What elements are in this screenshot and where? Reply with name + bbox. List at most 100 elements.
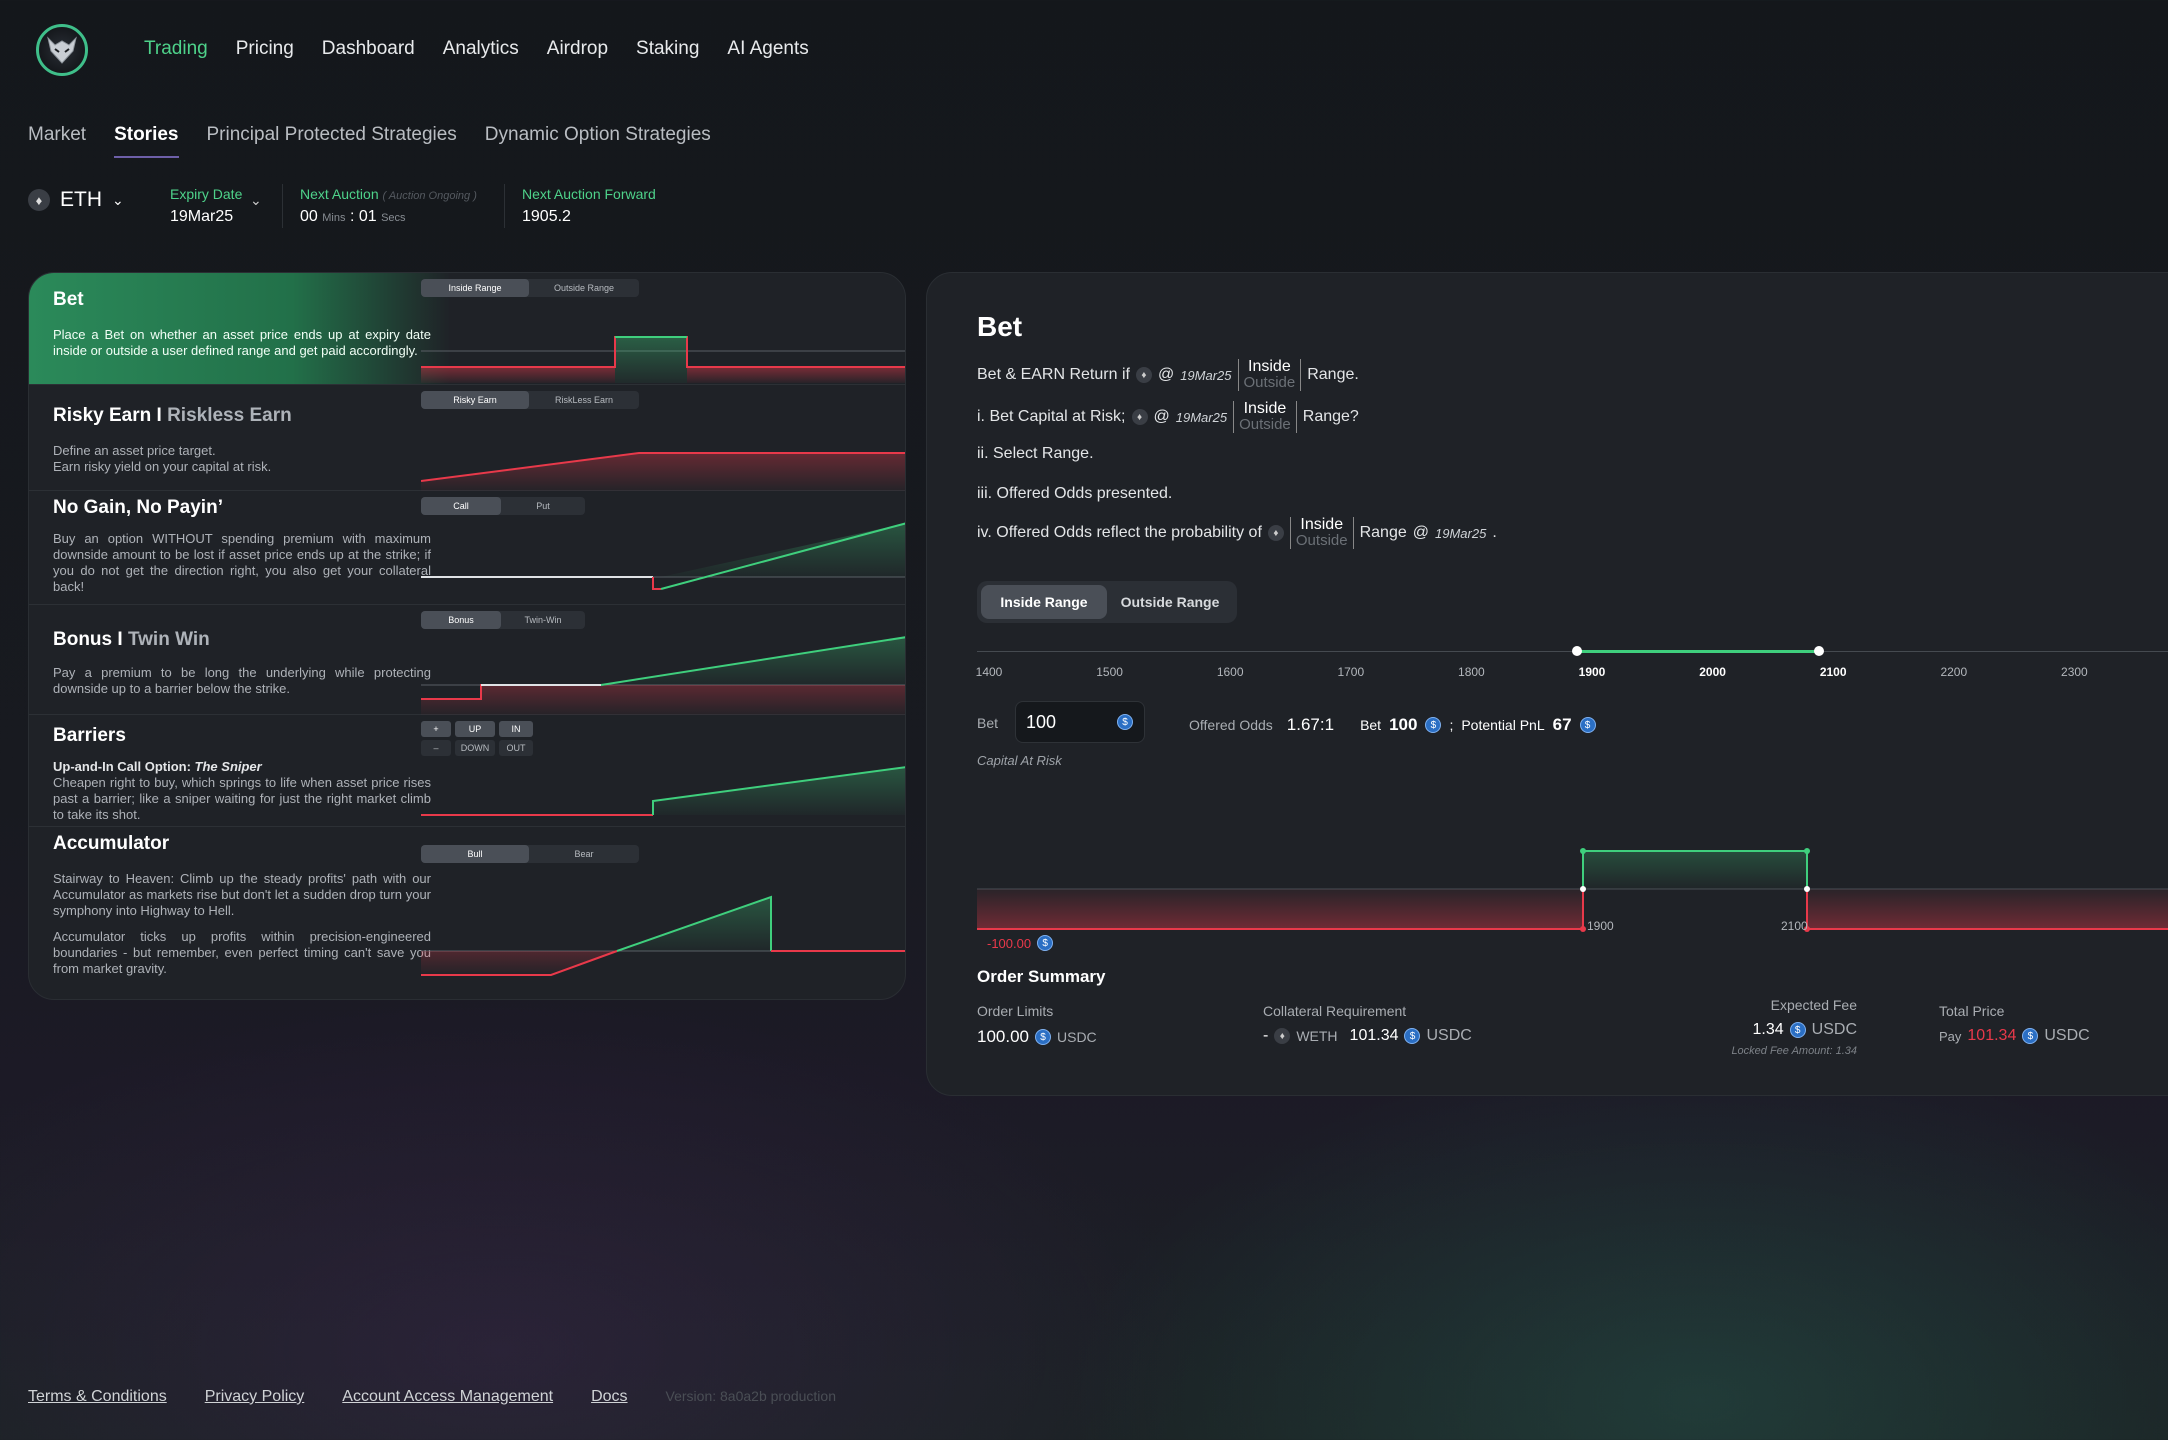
nav-staking[interactable]: Staking: [636, 38, 699, 60]
total-unit: USDC: [2044, 1027, 2090, 1044]
range-toggle[interactable]: Inside Range Outside Range: [977, 581, 1237, 623]
inside-label: Inside: [1248, 358, 1291, 375]
axis-tick-label: 2300: [2061, 665, 2088, 679]
line-text: i. Bet Capital at Risk;: [977, 408, 1126, 425]
inside-label: Inside: [1243, 400, 1287, 417]
at-symbol: @: [1157, 366, 1175, 383]
at-symbol: @: [1153, 408, 1170, 425]
collateral-label: Collateral Requirement: [1263, 1003, 1407, 1019]
total-value: 101.34: [1967, 1027, 2017, 1044]
tab-market[interactable]: Market: [28, 124, 86, 158]
bonus-toggle[interactable]: Bonus Twin-Win: [421, 611, 585, 629]
strategy-title: Bet: [53, 289, 84, 310]
usdc-icon: $: [1404, 1028, 1421, 1044]
strategy-bet[interactable]: Bet Place a Bet on whether an asset pric…: [29, 273, 905, 385]
usdc-icon: $: [1117, 714, 1133, 730]
nav-pricing[interactable]: Pricing: [236, 38, 294, 60]
strategy-desc: Cheapen right to buy, which springs to l…: [53, 775, 431, 822]
barrier-in-button[interactable]: IN: [499, 721, 533, 737]
toggle-bonus[interactable]: Bonus: [421, 611, 501, 629]
inside-range-button[interactable]: Inside Range: [981, 585, 1107, 619]
toggle-bull[interactable]: Bull: [421, 845, 529, 863]
call-put-toggle[interactable]: Call Put: [421, 497, 585, 515]
barrier-plus-button[interactable]: +: [421, 721, 451, 737]
account-access-link[interactable]: Account Access Management: [342, 1388, 553, 1406]
bet-payoff-chart: [977, 848, 2168, 932]
nav-ai-agents[interactable]: AI Agents: [727, 38, 808, 60]
usdc-icon: $: [2022, 1028, 2039, 1044]
strategy-desc: Place a Bet on whether an asset price en…: [53, 327, 431, 358]
odds-value: 1.67:1: [1286, 715, 1335, 734]
risky-earn-payoff-graph: [421, 452, 905, 491]
total-price: Total Price Pay 101.34 $ USDC: [1939, 1003, 2090, 1045]
strategy-title: Barriers: [53, 725, 126, 746]
nav-trading[interactable]: Trading: [144, 38, 208, 60]
barrier-up-button[interactable]: UP: [455, 721, 495, 737]
toggle-inside-range[interactable]: Inside Range: [421, 279, 529, 297]
risky-earn-toggle[interactable]: Risky Earn RiskLess Earn: [421, 391, 639, 409]
line-text: Range?: [1302, 408, 1359, 425]
outside-label: Outside: [1295, 532, 1348, 549]
chevron-down-icon: ⌄: [112, 191, 124, 208]
barrier-out-button[interactable]: OUT: [499, 740, 533, 756]
privacy-link[interactable]: Privacy Policy: [205, 1388, 305, 1406]
auction-label: Next Auction: [300, 186, 379, 202]
barrier-subtitle-name: The Sniper: [194, 759, 262, 774]
bet-range-toggle[interactable]: Inside Range Outside Range: [421, 279, 639, 297]
version-label: Version: 8a0a2b production: [665, 1388, 836, 1404]
barrier-down-button[interactable]: DOWN: [455, 740, 495, 756]
usdc-icon: $: [1037, 935, 1054, 951]
barrier-subtitle: Up-and-In Call Option:: [53, 759, 191, 774]
auction-sep: :: [349, 208, 355, 225]
toggle-outside-range[interactable]: Outside Range: [529, 279, 639, 297]
eth-icon: ♦: [1267, 525, 1284, 541]
nav-airdrop[interactable]: Airdrop: [547, 38, 608, 60]
tab-dynamic-option[interactable]: Dynamic Option Strategies: [485, 124, 711, 158]
axis-tick-label: 1700: [1337, 665, 1365, 679]
toggle-risky-earn[interactable]: Risky Earn: [421, 391, 529, 409]
terms-link[interactable]: Terms & Conditions: [28, 1388, 167, 1406]
toggle-bear[interactable]: Bear: [529, 845, 639, 863]
tab-principal-protected[interactable]: Principal Protected Strategies: [207, 124, 457, 158]
line-text: .: [1492, 524, 1497, 541]
toggle-put[interactable]: Put: [501, 497, 585, 515]
pnl-value: 67: [1552, 715, 1572, 734]
toggle-call[interactable]: Call: [421, 497, 501, 515]
forward-value: 1905.2: [522, 208, 571, 225]
app-logo[interactable]: [36, 24, 88, 76]
docs-link[interactable]: Docs: [591, 1388, 627, 1406]
expected-fee: Expected Fee 1.34 $ USDC Locked Fee Amount…: [1617, 997, 1857, 1057]
collateral-requirement: Collateral Requirement - ♦ WETH 101.34 $…: [1263, 1003, 1472, 1045]
toggle-riskless-earn[interactable]: RiskLess Earn: [529, 391, 639, 409]
range-bracket[interactable]: Inside Outside: [1289, 517, 1354, 549]
strategy-no-gain-no-payin[interactable]: No Gain, No Payin’ Buy an option WITHOUT…: [29, 491, 905, 605]
order-limits-unit: USDC: [1057, 1029, 1097, 1045]
axis-tick-label: 1500: [1096, 665, 1123, 679]
outside-range-button[interactable]: Outside Range: [1107, 585, 1233, 619]
strategy-risky-earn[interactable]: Risky Earn I Riskless Earn Define an ass…: [29, 385, 905, 491]
bull-bear-toggle[interactable]: Bull Bear: [421, 845, 639, 863]
bet-summary-value: 100: [1389, 715, 1418, 734]
strategy-bonus-twin-win[interactable]: Bonus I Twin Win Pay a premium to be lon…: [29, 605, 905, 715]
barrier-minus-button[interactable]: –: [421, 740, 451, 756]
strategy-desc-2: Accumulator ticks up profits within prec…: [53, 929, 431, 976]
auction-mins: 00: [300, 208, 318, 225]
toggle-twin-win[interactable]: Twin-Win: [501, 611, 585, 629]
range-handle-high[interactable]: [1814, 646, 1824, 656]
expiry-date-selector[interactable]: Expiry Date 19Mar25: [170, 186, 242, 226]
strategy-barriers[interactable]: Barriers Up-and-In Call Option: The Snip…: [29, 715, 905, 827]
nav-dashboard[interactable]: Dashboard: [322, 38, 415, 60]
strategy-title: No Gain, No Payin’: [53, 497, 223, 518]
auction-secs-unit: Secs: [381, 212, 406, 224]
usdc-icon: $: [1425, 717, 1442, 733]
range-bracket[interactable]: Inside Outside: [1233, 401, 1297, 433]
chevron-down-icon[interactable]: ⌄: [250, 192, 262, 209]
strategy-accumulator[interactable]: Accumulator Stairway to Heaven: Climb up…: [29, 827, 905, 999]
range-handle-low[interactable]: [1572, 646, 1582, 656]
axis-tick-label: 1600: [1216, 665, 1244, 679]
nav-analytics[interactable]: Analytics: [443, 38, 519, 60]
tab-stories[interactable]: Stories: [114, 124, 179, 158]
range-bracket[interactable]: Inside Outside: [1237, 358, 1302, 391]
auction-status: ( Auction Ongoing ): [382, 190, 477, 202]
asset-selector[interactable]: ♦ ETH ⌄: [28, 188, 124, 212]
